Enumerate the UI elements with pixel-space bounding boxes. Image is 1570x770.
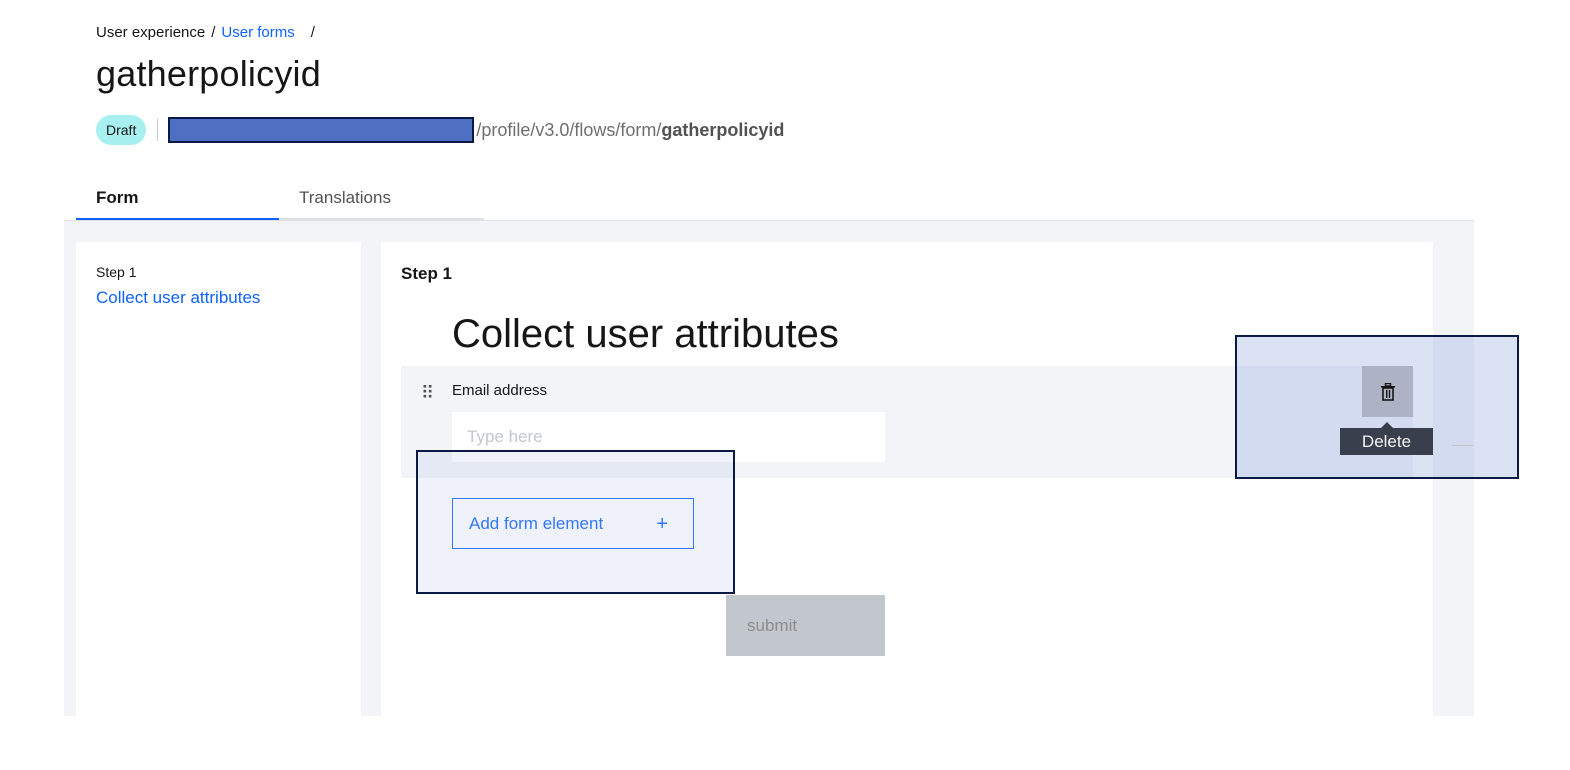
drag-handle-icon[interactable]: ⠿ [421,384,434,402]
editor-step-heading: Step 1 [401,264,453,283]
breadcrumb-user-forms-link[interactable]: User forms [221,24,294,41]
highlight-add-element-region [416,450,735,594]
sidebar-step-link[interactable]: Collect user attributes [96,288,341,308]
sidebar-step-label: Step 1 [96,264,137,280]
page-title: gatherpolicyid [96,53,321,94]
delete-element-button[interactable] [1362,366,1413,417]
status-badge: Draft [96,115,147,145]
breadcrumb-trailing-separator: / [310,24,315,41]
steps-sidebar: Step 1 Collect user attributes [76,242,361,716]
form-meta-row: Draft /profile/v3.0/flows/form/gatherpol… [96,114,784,146]
tab-list: Form Translations [76,178,484,221]
breadcrumb-separator: / [211,24,216,41]
decorative-divider [1452,445,1474,446]
form-heading[interactable]: Collect user attributes [452,312,839,357]
delete-tooltip: Delete [1340,428,1433,455]
email-field-label: Email address [452,382,548,399]
breadcrumb-root[interactable]: User experience [96,24,205,41]
redacted-url-host [168,117,475,143]
tab-translations[interactable]: Translations [279,178,484,221]
meta-divider [157,119,159,141]
form-url-id: gatherpolicyid [661,119,785,140]
form-url: /profile/v3.0/flows/form/gatherpolicyid [476,120,784,141]
trash-icon [1380,382,1395,401]
form-url-prefix: /profile/v3.0/flows/form/ [476,119,662,140]
breadcrumb: User experience / User forms / [96,24,315,41]
tab-form[interactable]: Form [76,178,279,221]
submit-button: submit [726,595,885,656]
